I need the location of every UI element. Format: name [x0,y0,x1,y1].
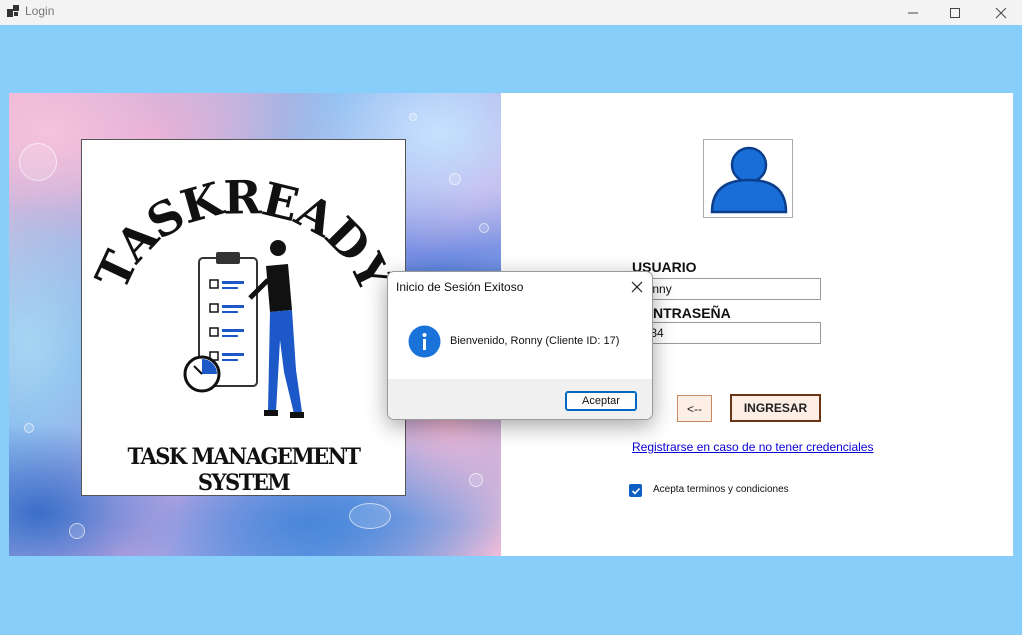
register-link[interactable]: Registrarse en caso de no tener credenci… [632,440,873,454]
window-titlebar: Login [0,0,1022,25]
dialog-message: Bienvenido, Ronny (Cliente ID: 17) [450,335,620,347]
accept-button[interactable]: Aceptar [565,391,637,411]
close-icon [995,7,1007,18]
terms-checkbox[interactable] [629,484,642,497]
dialog-footer: Aceptar [388,379,652,419]
taskready-logo: TASKREADY [85,170,405,418]
maximize-button[interactable] [932,0,978,25]
maximize-icon [950,7,960,18]
info-icon [408,325,441,358]
back-button[interactable]: <-- [677,395,712,422]
close-button[interactable] [978,0,1022,25]
username-input[interactable]: Ronny [632,278,821,300]
terms-label: Acepta terminos y condiciones [653,484,789,495]
minimize-icon [908,12,918,13]
app-window-icon [7,5,19,17]
dialog-close-icon[interactable] [630,280,644,294]
success-dialog: Inicio de Sesión Exitoso Bienvenido, Ron… [387,271,653,420]
login-button[interactable]: INGRESAR [730,394,821,422]
window-title: Login [25,4,55,18]
logo-image: TASKREADY TASK MANAGEMENT SYSTEM [81,139,406,496]
user-icon [710,146,788,214]
dialog-title: Inicio de Sesión Exitoso [396,280,524,294]
minimize-button[interactable] [890,0,936,25]
avatar [703,139,793,218]
password-input[interactable]: 1234 [632,322,821,344]
checkmark-icon [631,487,640,495]
logo-subtitle: TASK MANAGEMENT SYSTEM [127,442,361,496]
